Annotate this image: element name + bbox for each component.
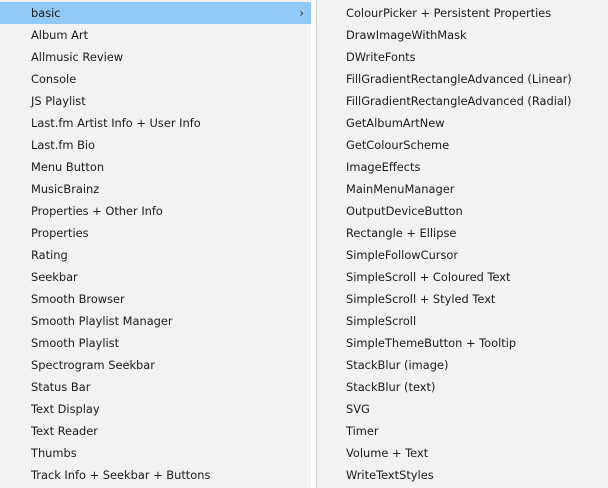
menu-item-text-display[interactable]: Text Display bbox=[0, 398, 311, 420]
menu-item-label: Rating bbox=[31, 248, 68, 262]
menu-item-label: SimpleScroll + Styled Text bbox=[346, 292, 496, 306]
menu-item-label: SimpleFollowCursor bbox=[346, 248, 459, 262]
menu-item-label: Album Art bbox=[31, 28, 89, 42]
submenu-item-dwritefonts[interactable]: DWriteFonts bbox=[317, 46, 608, 68]
menu-item-label: FillGradientRectangleAdvanced (Linear) bbox=[346, 72, 572, 86]
submenu-item-stackblur-text[interactable]: StackBlur (text) bbox=[317, 376, 608, 398]
menu-item-js-playlist[interactable]: JS Playlist bbox=[0, 90, 311, 112]
submenu-item-volume-text[interactable]: Volume + Text bbox=[317, 442, 608, 464]
menu-item-label: SimpleScroll + Coloured Text bbox=[346, 270, 511, 284]
submenu-list: ColourPicker + Persistent Properties Draw… bbox=[317, 2, 608, 486]
menu-item-musicbrainz[interactable]: MusicBrainz bbox=[0, 178, 311, 200]
menu-item-label: Timer bbox=[346, 424, 379, 438]
menu-item-label: Thumbs bbox=[31, 446, 77, 460]
menu-item-label: MusicBrainz bbox=[31, 182, 100, 196]
chevron-right-icon: › bbox=[299, 6, 304, 20]
menu-item-console[interactable]: Console bbox=[0, 68, 311, 90]
menu-item-allmusic-review[interactable]: Allmusic Review bbox=[0, 46, 311, 68]
menu-item-properties[interactable]: Properties bbox=[0, 222, 311, 244]
menu-item-label: Properties bbox=[31, 226, 89, 240]
menu-item-label: Track Info + Seekbar + Buttons bbox=[31, 468, 211, 482]
menu-item-label: basic bbox=[31, 6, 61, 20]
menu-item-smooth-playlist-manager[interactable]: Smooth Playlist Manager bbox=[0, 310, 311, 332]
menu-item-label: JS Playlist bbox=[31, 94, 86, 108]
menu-item-menu-button[interactable]: Menu Button bbox=[0, 156, 311, 178]
menu-item-smooth-browser[interactable]: Smooth Browser bbox=[0, 288, 311, 310]
submenu-item-rectangle-ellipse[interactable]: Rectangle + Ellipse bbox=[317, 222, 608, 244]
menu-item-label: DWriteFonts bbox=[346, 50, 416, 64]
menu-item-label: Smooth Playlist Manager bbox=[31, 314, 173, 328]
menu-item-label: Console bbox=[31, 72, 77, 86]
menu-item-label: SimpleScroll bbox=[346, 314, 417, 328]
context-menu-basic-submenu: ColourPicker + Persistent Properties Draw… bbox=[316, 0, 608, 488]
menu-item-track-info-seekbar-buttons[interactable]: Track Info + Seekbar + Buttons bbox=[0, 464, 311, 486]
submenu-item-writetextstyles[interactable]: WriteTextStyles bbox=[317, 464, 608, 486]
menu-item-last-fm-bio[interactable]: Last.fm Bio bbox=[0, 134, 311, 156]
menu-item-label: StackBlur (text) bbox=[346, 380, 436, 394]
menu-item-label: ColourPicker + Persistent Properties bbox=[346, 6, 552, 20]
submenu-item-simplescroll-coloured-text[interactable]: SimpleScroll + Coloured Text bbox=[317, 266, 608, 288]
submenu-item-simplescroll-styled-text[interactable]: SimpleScroll + Styled Text bbox=[317, 288, 608, 310]
menu-item-label: Menu Button bbox=[31, 160, 105, 174]
menu-item-last-fm-artist-info-user-info[interactable]: Last.fm Artist Info + User Info bbox=[0, 112, 311, 134]
menu-item-label: Text Display bbox=[31, 402, 100, 416]
menu-item-label: WriteTextStyles bbox=[346, 468, 434, 482]
menu-item-label: Text Reader bbox=[31, 424, 98, 438]
menu-item-label: GetColourScheme bbox=[346, 138, 450, 152]
menu-item-label: DrawImageWithMask bbox=[346, 28, 467, 42]
menu-item-label: StackBlur (image) bbox=[346, 358, 449, 372]
menu-item-seekbar[interactable]: Seekbar bbox=[0, 266, 311, 288]
menu-item-label: ImageEffects bbox=[346, 160, 421, 174]
menu-item-label: Volume + Text bbox=[346, 446, 429, 460]
menu-item-status-bar[interactable]: Status Bar bbox=[0, 376, 311, 398]
submenu-item-simplethemebutton-tooltip[interactable]: SimpleThemeButton + Tooltip bbox=[317, 332, 608, 354]
submenu-item-simplescroll[interactable]: SimpleScroll bbox=[317, 310, 608, 332]
menu-item-label: Status Bar bbox=[31, 380, 91, 394]
menu-item-label: Last.fm Bio bbox=[31, 138, 96, 152]
menu-item-thumbs[interactable]: Thumbs bbox=[0, 442, 311, 464]
menu-item-label: Last.fm Artist Info + User Info bbox=[31, 116, 201, 130]
main-menu-list: basic › Album Art Allmusic Review Console JS … bbox=[0, 2, 311, 486]
menu-item-label: Smooth Playlist bbox=[31, 336, 120, 350]
menu-item-label: Seekbar bbox=[31, 270, 78, 284]
submenu-item-mainmenumanager[interactable]: MainMenuManager bbox=[317, 178, 608, 200]
submenu-item-stackblur-image[interactable]: StackBlur (image) bbox=[317, 354, 608, 376]
submenu-item-outputdevicebutton[interactable]: OutputDeviceButton bbox=[317, 200, 608, 222]
menu-item-album-art[interactable]: Album Art bbox=[0, 24, 311, 46]
menu-item-smooth-playlist[interactable]: Smooth Playlist bbox=[0, 332, 311, 354]
menu-item-text-reader[interactable]: Text Reader bbox=[0, 420, 311, 442]
menu-item-basic[interactable]: basic › bbox=[0, 2, 311, 24]
menu-item-label: Spectrogram Seekbar bbox=[31, 358, 155, 372]
menu-item-label: OutputDeviceButton bbox=[346, 204, 463, 218]
menu-item-label: FillGradientRectangleAdvanced (Radial) bbox=[346, 94, 572, 108]
menu-item-spectrogram-seekbar[interactable]: Spectrogram Seekbar bbox=[0, 354, 311, 376]
submenu-item-fillgradientrectangleadvanced-linear[interactable]: FillGradientRectangleAdvanced (Linear) bbox=[317, 68, 608, 90]
menu-item-label: Allmusic Review bbox=[31, 50, 124, 64]
submenu-item-getalbumartnew[interactable]: GetAlbumArtNew bbox=[317, 112, 608, 134]
menu-item-label: Rectangle + Ellipse bbox=[346, 226, 457, 240]
submenu-item-fillgradientrectangleadvanced-radial[interactable]: FillGradientRectangleAdvanced (Radial) bbox=[317, 90, 608, 112]
menu-item-label: MainMenuManager bbox=[346, 182, 455, 196]
menu-item-label: SimpleThemeButton + Tooltip bbox=[346, 336, 517, 350]
submenu-item-simplefollowcursor[interactable]: SimpleFollowCursor bbox=[317, 244, 608, 266]
submenu-item-timer[interactable]: Timer bbox=[317, 420, 608, 442]
submenu-item-getcolourscheme[interactable]: GetColourScheme bbox=[317, 134, 608, 156]
submenu-item-svg[interactable]: SVG bbox=[317, 398, 608, 420]
menu-item-label: GetAlbumArtNew bbox=[346, 116, 445, 130]
menu-item-label: SVG bbox=[346, 402, 370, 416]
menu-item-rating[interactable]: Rating bbox=[0, 244, 311, 266]
submenu-item-imageeffects[interactable]: ImageEffects bbox=[317, 156, 608, 178]
context-menu-main: basic › Album Art Allmusic Review Console JS … bbox=[0, 0, 312, 488]
menu-item-label: Smooth Browser bbox=[31, 292, 125, 306]
menu-item-label: Properties + Other Info bbox=[31, 204, 163, 218]
menu-item-properties-other-info[interactable]: Properties + Other Info bbox=[0, 200, 311, 222]
submenu-item-drawimagewithmask[interactable]: DrawImageWithMask bbox=[317, 24, 608, 46]
submenu-item-colourpicker-persistent-properties[interactable]: ColourPicker + Persistent Properties bbox=[317, 2, 608, 24]
